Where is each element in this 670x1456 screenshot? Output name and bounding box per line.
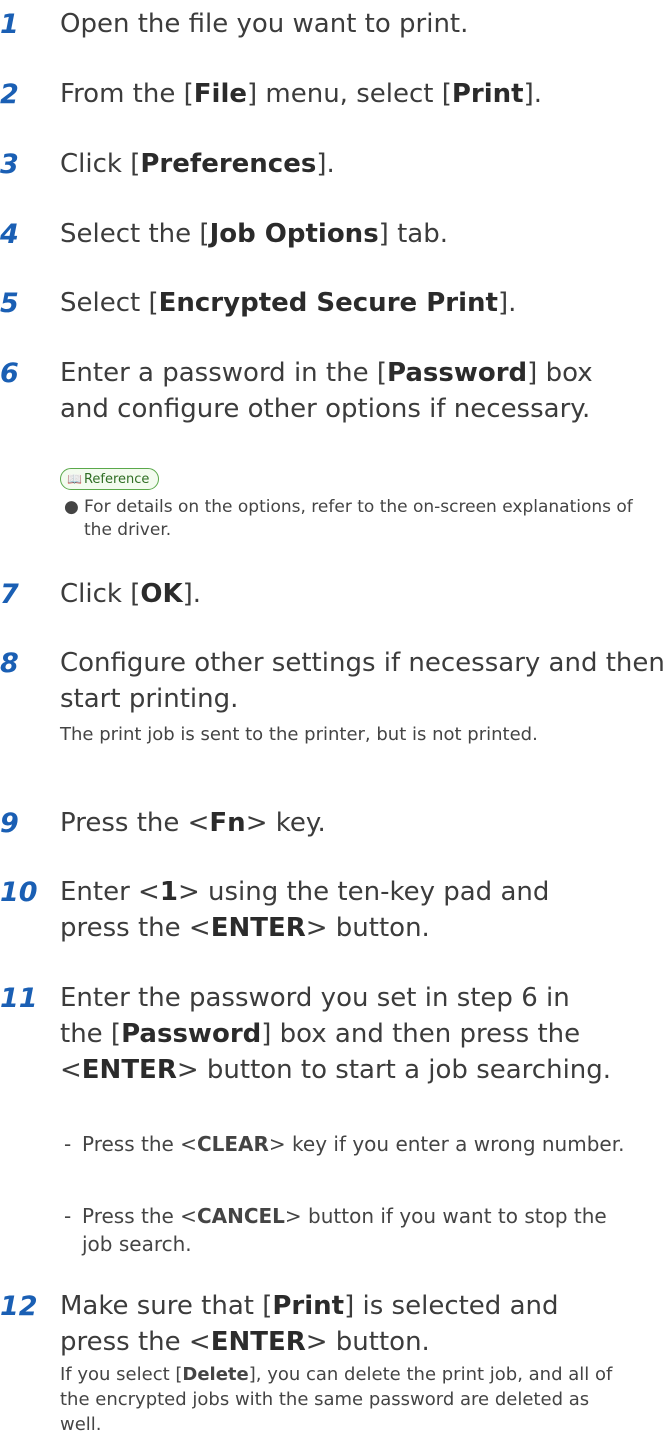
bold-term: Preferences [140, 149, 317, 179]
step-text: Open the file you want to print. [60, 9, 469, 39]
step-text: Press the <Fn> key. [60, 808, 326, 838]
reference-bullet-text: For details on the options, refer to the… [84, 497, 633, 540]
note-text: Press the <CLEAR> key if you enter a wro… [82, 1132, 625, 1156]
book-icon: 📖 [67, 472, 82, 486]
bold-term: OK [140, 579, 183, 609]
bold-term: Password [121, 1019, 262, 1049]
bold-term: Delete [182, 1364, 249, 1385]
reference-bullet: ● For details on the options, refer to t… [64, 496, 662, 542]
step-8-note: The print job is sent to the printer, bu… [60, 724, 538, 745]
bold-term: Password [387, 358, 528, 388]
step-number: 9 [0, 808, 19, 839]
bold-term: CANCEL [196, 1204, 285, 1228]
step-text: Click [OK]. [60, 579, 202, 609]
step-text: Select the [Job Options] tab. [60, 219, 448, 249]
bold-term: Job Options [209, 219, 379, 249]
step-text: From the [File] menu, select [Print]. [60, 79, 543, 109]
step-text: Configure other settings if necessary an… [60, 648, 665, 714]
step-number: 11 [0, 983, 38, 1014]
step-text: Enter <1> using the ten-key pad and pres… [60, 877, 550, 943]
bold-term: CLEAR [196, 1132, 269, 1156]
step-number: 2 [0, 79, 19, 110]
step-text: Enter a password in the [Password] box a… [60, 358, 593, 424]
step-number: 8 [0, 648, 19, 679]
bold-term: Fn [209, 808, 246, 838]
step-number: 6 [0, 358, 19, 389]
step-number: 1 [0, 9, 19, 40]
step-number: 7 [0, 579, 19, 610]
step-12-note: If you select [Delete], you can delete t… [60, 1364, 613, 1435]
step-number: 3 [0, 149, 19, 180]
bold-term: Print [272, 1291, 345, 1321]
bold-term: ENTER [210, 1327, 306, 1357]
step-text: Make sure that [Print] is selected and p… [60, 1291, 559, 1357]
bold-term: ENTER [81, 1055, 177, 1085]
step-number: 5 [0, 288, 19, 319]
step-11-note: - Press the <CLEAR> key if you enter a w… [64, 1132, 625, 1156]
reference-badge: 📖 Reference [60, 468, 160, 490]
step-number: 4 [0, 219, 19, 250]
bold-term: 1 [159, 877, 178, 907]
step-11-note: - Press the <CANCEL> button if you want … [64, 1204, 607, 1256]
bold-term: Print [451, 79, 524, 109]
step-number: 10 [0, 877, 38, 908]
step-text: Select [Encrypted Secure Print]. [60, 288, 517, 318]
bold-term: File [193, 79, 247, 109]
reference-label: Reference [83, 472, 150, 487]
bold-term: Encrypted Secure Print [158, 288, 498, 318]
step-text: Enter the password you set in step 6 in … [60, 983, 612, 1085]
bold-term: ENTER [210, 913, 306, 943]
step-text: Click [Preferences]. [60, 149, 335, 179]
note-text: Press the <CANCEL> button if you want to… [82, 1204, 607, 1256]
bullet-icon: ● [64, 497, 79, 517]
step-number: 12 [0, 1291, 38, 1322]
